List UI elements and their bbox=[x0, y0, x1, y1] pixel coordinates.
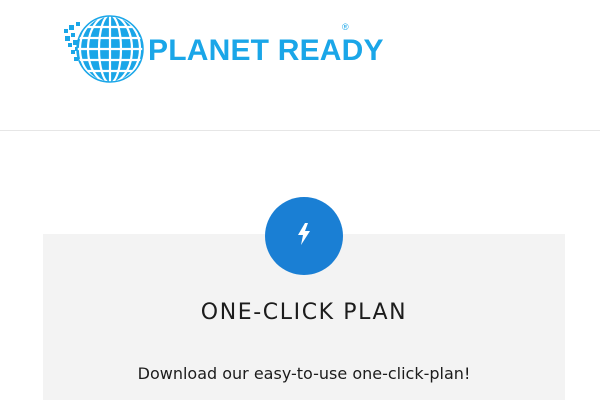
card-description: Download our easy-to-use one-click-plan! bbox=[137, 364, 471, 383]
card-icon-circle bbox=[265, 197, 343, 275]
lightning-bolt-icon bbox=[297, 222, 311, 250]
globe-icon bbox=[62, 13, 146, 85]
site-header: PLANET READY ® bbox=[0, 0, 600, 131]
page: PLANET READY ® ONE-CLICK PLAN Download o… bbox=[0, 0, 600, 400]
registered-mark: ® bbox=[342, 22, 349, 32]
planet-ready-logo[interactable]: PLANET READY bbox=[62, 13, 384, 85]
logo-wordmark: PLANET READY bbox=[148, 34, 384, 67]
card-title: ONE-CLICK PLAN bbox=[200, 300, 408, 325]
